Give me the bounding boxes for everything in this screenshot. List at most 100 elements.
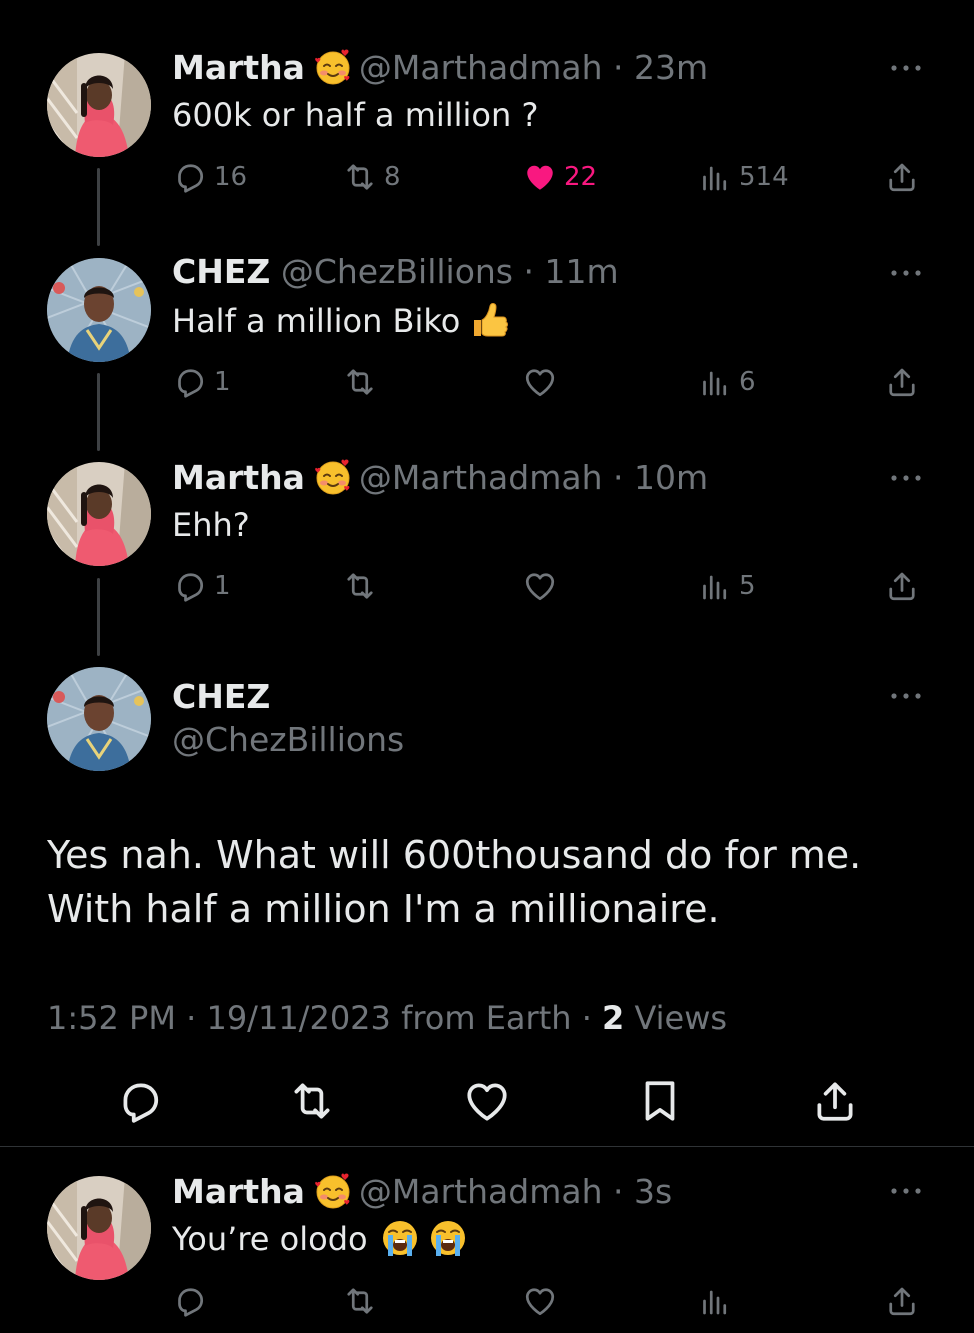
retweet-icon	[287, 1076, 337, 1126]
views-button[interactable]	[697, 1281, 739, 1321]
heart-icon	[522, 364, 558, 400]
more-icon[interactable]	[888, 267, 924, 279]
more-icon[interactable]	[888, 472, 924, 484]
like-button[interactable]	[522, 566, 564, 606]
tweet-text: You’re olodo	[172, 1218, 474, 1259]
views-icon	[697, 364, 733, 400]
timestamp[interactable]: 3s	[634, 1172, 672, 1211]
reply-button[interactable]	[115, 1076, 165, 1126]
separator-dot: ·	[602, 48, 634, 87]
separator-dot: ·	[175, 999, 207, 1037]
avatar[interactable]	[47, 1176, 151, 1280]
author-name[interactable]: Martha	[172, 1172, 305, 1211]
reply-count: 1	[214, 571, 231, 601]
loudly-crying-face-icon	[428, 1218, 468, 1258]
reply-icon	[172, 159, 208, 195]
reply-button[interactable]: 1	[172, 362, 231, 402]
tweet-text: Ehh?	[172, 506, 250, 544]
retweet-button[interactable]	[342, 362, 384, 402]
avatar[interactable]	[47, 53, 151, 157]
loudly-crying-face-icon	[380, 1218, 420, 1258]
timestamp[interactable]: 10m	[634, 458, 708, 497]
reply-button[interactable]: 1	[172, 566, 231, 606]
thumbs-up-icon	[470, 300, 510, 340]
tweet-text: 600k or half a million ?	[172, 96, 539, 134]
more-icon[interactable]	[888, 1185, 924, 1197]
tweet-text: Yes nah. What will 600thousand do for me…	[47, 833, 862, 931]
share-button[interactable]	[884, 157, 926, 197]
author-handle[interactable]: @Marthadmah	[359, 1172, 603, 1211]
views-icon	[697, 568, 733, 604]
avatar[interactable]	[47, 462, 151, 566]
tweet-text: Half a million Biko	[172, 300, 516, 341]
retweet-button[interactable]	[342, 566, 384, 606]
tweet-date[interactable]: 19/11/2023	[206, 999, 390, 1037]
retweet-button[interactable]: 8	[342, 157, 401, 197]
views-icon	[697, 1283, 733, 1319]
heart-icon	[462, 1076, 512, 1126]
heart-icon	[522, 568, 558, 604]
like-button[interactable]	[522, 362, 564, 402]
reply-icon	[172, 364, 208, 400]
retweet-count: 8	[384, 162, 401, 192]
views-count: 2	[602, 999, 625, 1037]
divider	[0, 1146, 974, 1147]
more-icon[interactable]	[888, 62, 924, 74]
reply-icon	[172, 1283, 208, 1319]
author-name[interactable]: CHEZ	[172, 252, 270, 291]
timestamp[interactable]: 23m	[634, 48, 708, 87]
bookmark-button[interactable]	[635, 1076, 685, 1126]
separator-dot: ·	[513, 252, 545, 291]
tweet-actions: 16 8 22 514	[172, 157, 932, 197]
avatar[interactable]	[47, 258, 151, 362]
share-icon	[884, 1283, 920, 1319]
reply-count: 1	[214, 367, 231, 397]
like-button[interactable]: 22	[522, 157, 597, 197]
tweet-header: Martha @Marthadmah · 3s	[172, 1171, 672, 1212]
views-count: 5	[739, 571, 756, 601]
avatar[interactable]	[47, 667, 151, 771]
thread-line	[97, 168, 100, 246]
views-button[interactable]: 514	[697, 157, 789, 197]
share-icon	[884, 364, 920, 400]
author-name[interactable]: Martha	[172, 48, 305, 87]
tweet-actions: 1 6	[172, 362, 932, 402]
share-button[interactable]	[884, 566, 926, 606]
author-handle[interactable]: @Marthadmah	[359, 48, 603, 87]
views-button[interactable]: 6	[697, 362, 756, 402]
tweet-time[interactable]: 1:52 PM	[47, 999, 176, 1037]
views-button[interactable]: 5	[697, 566, 756, 606]
reply-button[interactable]: 16	[172, 157, 247, 197]
author-handle[interactable]: @ChezBillions	[281, 252, 513, 291]
reply-icon	[115, 1076, 165, 1126]
author-handle[interactable]: @Marthadmah	[359, 458, 603, 497]
share-button[interactable]	[884, 1281, 926, 1321]
share-button[interactable]	[810, 1076, 860, 1126]
like-button[interactable]	[522, 1281, 564, 1321]
retweet-icon	[342, 1283, 378, 1319]
tweet-text-content: Half a million Biko	[172, 302, 461, 340]
retweet-icon	[342, 364, 378, 400]
tweet-source: from Earth	[401, 999, 572, 1037]
retweet-button[interactable]	[342, 1281, 384, 1321]
author-handle[interactable]: @ChezBillions	[172, 720, 404, 760]
retweet-button[interactable]	[287, 1076, 337, 1126]
views-count: 514	[739, 162, 789, 192]
smiling-face-with-hearts-icon	[313, 47, 353, 87]
reply-button[interactable]	[172, 1281, 214, 1321]
author-name[interactable]: CHEZ	[172, 677, 270, 717]
more-icon[interactable]	[888, 690, 924, 702]
separator-dot: ·	[602, 458, 634, 497]
smiling-face-with-hearts-icon	[313, 1171, 353, 1211]
retweet-icon	[342, 568, 378, 604]
author-name[interactable]: Martha	[172, 458, 305, 497]
share-icon	[884, 568, 920, 604]
like-button[interactable]	[462, 1076, 512, 1126]
views-label[interactable]: Views	[634, 999, 727, 1037]
share-button[interactable]	[884, 362, 926, 402]
tweet-meta: 1:52 PM · 19/11/2023 from Earth · 2 View…	[47, 998, 727, 1038]
heart-filled-icon	[522, 159, 558, 195]
reply-icon	[172, 568, 208, 604]
timestamp[interactable]: 11m	[545, 252, 619, 291]
bookmark-icon	[635, 1076, 685, 1126]
